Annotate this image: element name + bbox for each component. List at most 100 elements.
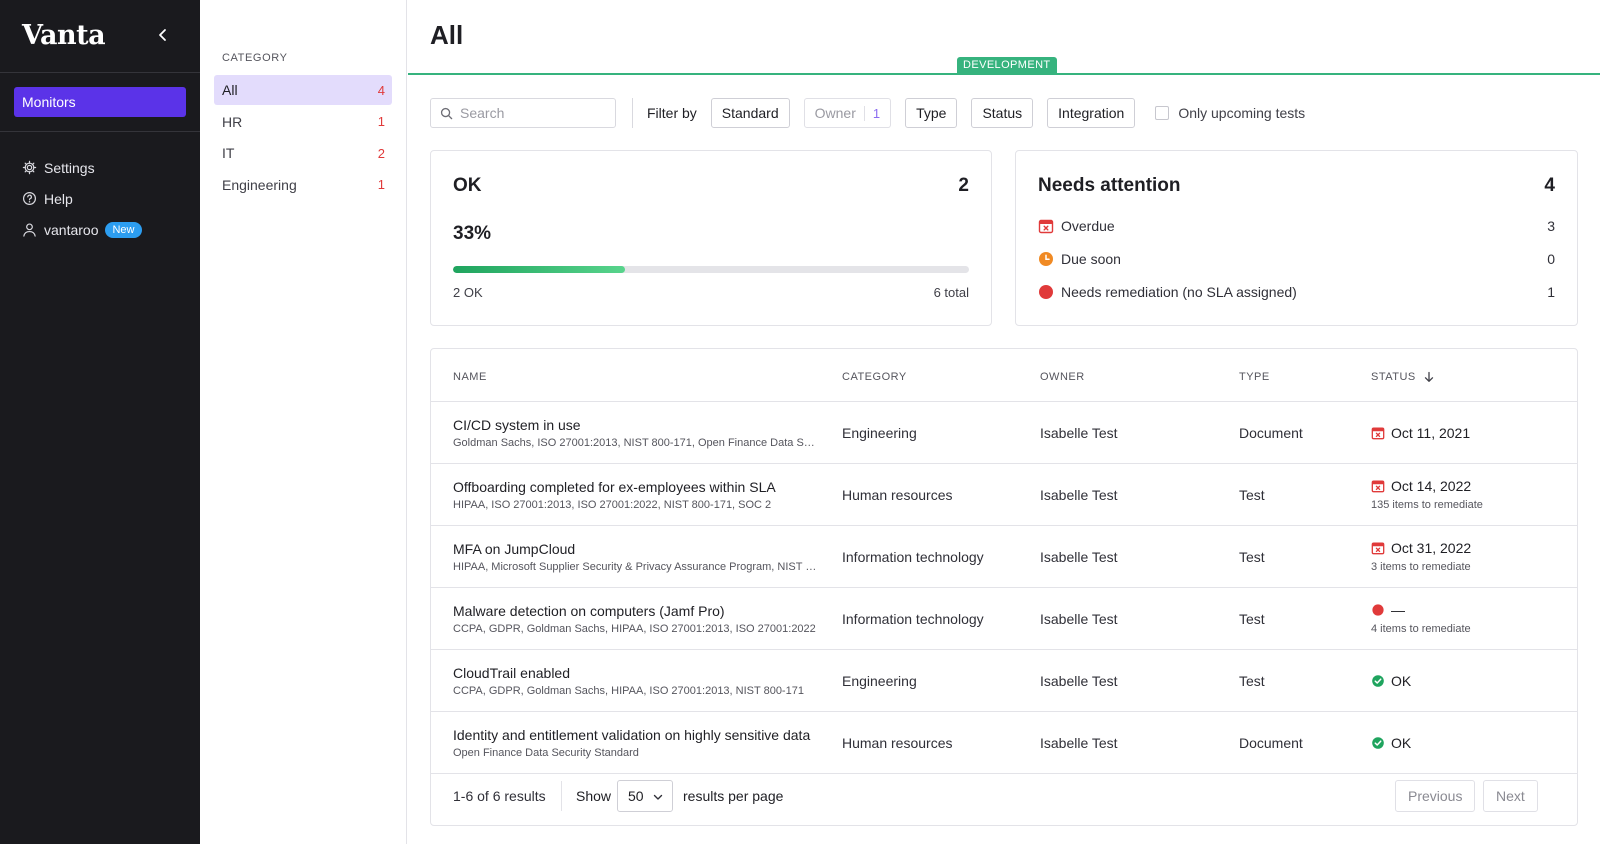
table-row[interactable]: Offboarding completed for ex-employees w… bbox=[431, 464, 1577, 526]
integration-filter-button[interactable]: Integration bbox=[1047, 98, 1136, 128]
test-name[interactable]: Malware detection on computers (Jamf Pro… bbox=[453, 603, 819, 619]
red-dot-icon bbox=[1371, 603, 1385, 617]
category-list: All 4 HR 1 IT 2 Engineering 1 bbox=[214, 75, 392, 201]
user-icon bbox=[22, 222, 37, 237]
test-status: — bbox=[1371, 602, 1405, 618]
table-row[interactable]: CI/CD system in use Goldman Sachs, ISO 2… bbox=[431, 402, 1577, 464]
needs-remediation-row[interactable]: Needs remediation (no SLA assigned) 1 bbox=[1038, 282, 1555, 302]
category-item-all[interactable]: All 4 bbox=[214, 75, 392, 105]
ok-card-count: 2 bbox=[958, 175, 969, 196]
nav-primary: Monitors bbox=[0, 73, 200, 132]
chevron-left-icon bbox=[159, 29, 166, 41]
table-row[interactable]: CloudTrail enabled CCPA, GDPR, Goldman S… bbox=[431, 650, 1577, 712]
category-item-it[interactable]: IT 2 bbox=[214, 138, 392, 168]
column-owner[interactable]: OWNER bbox=[1040, 371, 1085, 383]
category-label: Engineering bbox=[222, 176, 297, 193]
due-soon-value: 0 bbox=[1547, 251, 1555, 267]
column-category[interactable]: CATEGORY bbox=[842, 371, 907, 383]
check-circle-icon bbox=[1371, 674, 1385, 688]
nav-item-settings-label: Settings bbox=[44, 159, 95, 176]
test-name[interactable]: Identity and entitlement validation on h… bbox=[453, 727, 819, 743]
upcoming-tests-checkbox[interactable]: Only upcoming tests bbox=[1155, 105, 1305, 121]
chevron-down-icon bbox=[652, 791, 664, 803]
category-panel: CATEGORY All 4 HR 1 IT 2 Engineering 1 bbox=[200, 0, 407, 844]
column-name[interactable]: NAME bbox=[453, 371, 487, 383]
nav-item-settings[interactable]: Settings bbox=[22, 152, 178, 183]
test-name[interactable]: CI/CD system in use bbox=[453, 417, 819, 433]
ok-card-title: OK bbox=[453, 175, 482, 196]
test-status: Oct 11, 2021 bbox=[1371, 425, 1470, 441]
tests-table: NAME CATEGORY OWNER TYPE STATUS CI/CD sy… bbox=[430, 348, 1578, 826]
status-remediation-count[interactable]: 3 items to remediate bbox=[1371, 561, 1471, 573]
type-filter-button[interactable]: Type bbox=[905, 98, 958, 128]
test-standards: CCPA, GDPR, Goldman Sachs, HIPAA, ISO 27… bbox=[453, 685, 804, 697]
sort-down-icon bbox=[1424, 371, 1433, 382]
test-category: Information technology bbox=[842, 611, 984, 627]
nav-item-user[interactable]: vantaroo New bbox=[22, 214, 178, 245]
ok-percentage: 33% bbox=[453, 223, 492, 244]
needs-remediation-label: Needs remediation (no SLA assigned) bbox=[1061, 284, 1297, 300]
standard-filter-button[interactable]: Standard bbox=[710, 98, 790, 128]
table-row[interactable]: MFA on JumpCloud HIPAA, Microsoft Suppli… bbox=[431, 526, 1577, 588]
category-item-hr[interactable]: HR 1 bbox=[214, 107, 392, 137]
checkbox-box[interactable] bbox=[1155, 106, 1170, 120]
status-remediation-count[interactable]: 4 items to remediate bbox=[1371, 623, 1471, 635]
results-count: 1-6 of 6 results bbox=[453, 788, 546, 804]
owner-filter-button[interactable]: Owner 1 bbox=[803, 98, 892, 128]
search-field[interactable] bbox=[430, 98, 616, 128]
test-category: Information technology bbox=[842, 549, 984, 565]
test-name[interactable]: MFA on JumpCloud bbox=[453, 541, 819, 557]
test-owner: Isabelle Test bbox=[1040, 735, 1118, 751]
owner-filter-count: 1 bbox=[863, 105, 880, 121]
category-item-engineering[interactable]: Engineering 1 bbox=[214, 170, 392, 200]
status-filter-button[interactable]: Status bbox=[971, 98, 1034, 128]
test-status: OK bbox=[1371, 673, 1411, 689]
table-row[interactable]: Identity and entitlement validation on h… bbox=[431, 712, 1577, 774]
test-name[interactable]: Offboarding completed for ex-employees w… bbox=[453, 479, 819, 495]
nav-item-help-label: Help bbox=[44, 190, 73, 207]
collapse-nav-button[interactable] bbox=[150, 22, 176, 48]
table-row[interactable]: Malware detection on computers (Jamf Pro… bbox=[431, 588, 1577, 650]
test-status: OK bbox=[1371, 735, 1411, 751]
test-owner: Isabelle Test bbox=[1040, 549, 1118, 565]
test-owner: Isabelle Test bbox=[1040, 673, 1118, 689]
status-text: OK bbox=[1391, 735, 1412, 751]
next-page-button[interactable]: Next bbox=[1483, 780, 1538, 812]
column-status-label: STATUS bbox=[1371, 371, 1416, 383]
nav-item-user-label: vantaroo bbox=[44, 221, 99, 238]
status-text: Oct 14, 2022 bbox=[1391, 478, 1472, 494]
previous-page-button[interactable]: Previous bbox=[1395, 780, 1476, 812]
new-badge: New bbox=[105, 221, 142, 238]
due-soon-label: Due soon bbox=[1061, 251, 1121, 267]
due-soon-row[interactable]: Due soon 0 bbox=[1038, 249, 1555, 269]
category-count: 2 bbox=[377, 145, 385, 161]
test-status: Oct 14, 2022 bbox=[1371, 478, 1471, 494]
nav-item-help[interactable]: Help bbox=[22, 183, 178, 214]
total-count-label: 6 total bbox=[933, 285, 969, 300]
category-label: All bbox=[222, 82, 238, 98]
test-name[interactable]: CloudTrail enabled bbox=[453, 665, 819, 681]
ok-summary-card: OK 2 33% 2 OK 6 total bbox=[430, 150, 992, 326]
test-type: Document bbox=[1239, 425, 1303, 441]
test-type: Test bbox=[1239, 549, 1265, 565]
test-standards: HIPAA, Microsoft Supplier Security & Pri… bbox=[453, 561, 819, 573]
column-status[interactable]: STATUS bbox=[1371, 371, 1435, 383]
overdue-row[interactable]: Overdue 3 bbox=[1038, 216, 1555, 236]
vanta-logo[interactable]: Vanta bbox=[22, 20, 106, 51]
test-owner: Isabelle Test bbox=[1040, 611, 1118, 627]
test-standards: CCPA, GDPR, Goldman Sachs, HIPAA, ISO 27… bbox=[453, 623, 816, 635]
main-content: All DEVELOPMENT Filter by Standard Owner… bbox=[408, 0, 1600, 844]
per-page-select[interactable]: 50 bbox=[617, 780, 673, 812]
test-standards: HIPAA, ISO 27001:2013, ISO 27001:2022, N… bbox=[453, 499, 772, 511]
category-count: 1 bbox=[377, 177, 385, 192]
check-circle-icon bbox=[1371, 736, 1385, 750]
search-input[interactable] bbox=[460, 105, 610, 121]
status-text: — bbox=[1391, 602, 1405, 618]
column-type[interactable]: TYPE bbox=[1239, 371, 1270, 383]
owner-filter-label: Owner bbox=[814, 105, 856, 121]
nav-item-monitors[interactable]: Monitors bbox=[14, 87, 186, 117]
table-pagination: 1-6 of 6 results Show 50 results per pag… bbox=[431, 768, 1577, 826]
test-status: Oct 31, 2022 bbox=[1371, 540, 1471, 556]
test-standards: Open Finance Data Security Standard bbox=[453, 747, 639, 759]
status-remediation-count[interactable]: 135 items to remediate bbox=[1371, 499, 1483, 511]
